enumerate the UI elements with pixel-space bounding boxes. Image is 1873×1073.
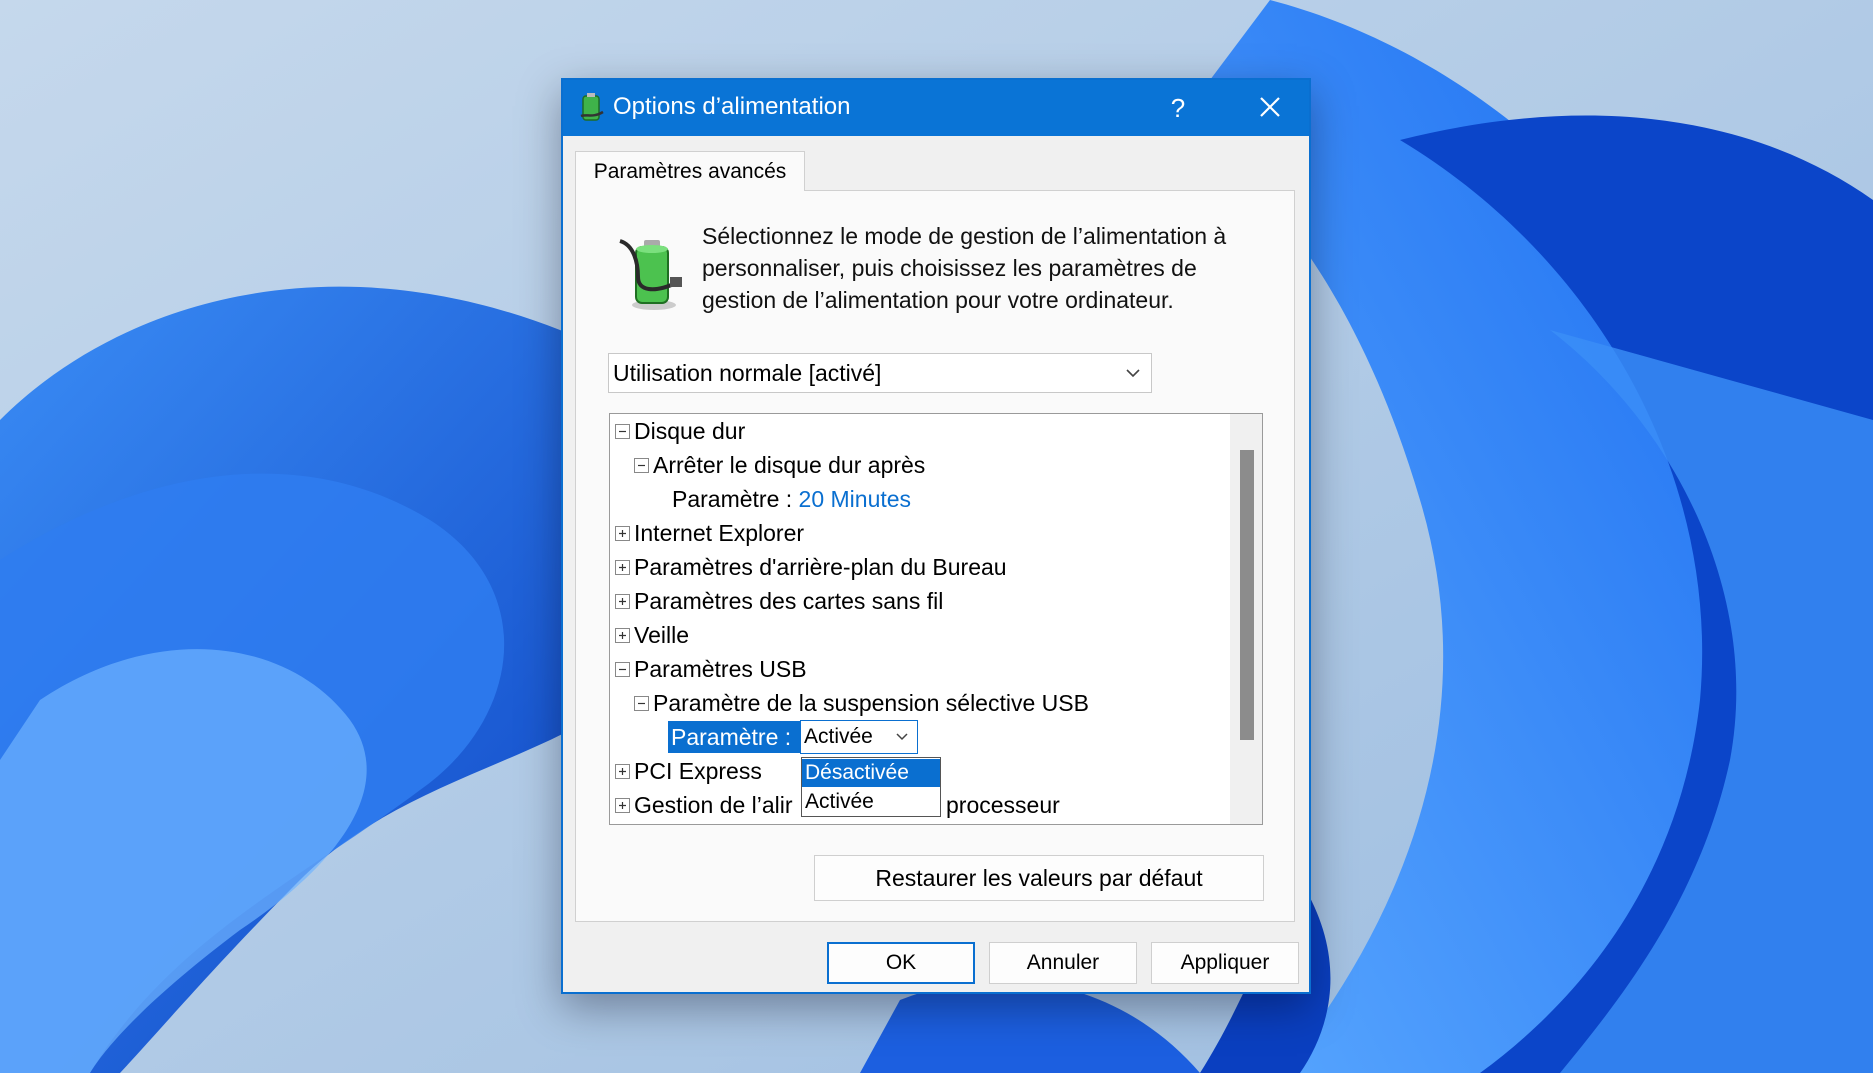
cancel-button[interactable]: Annuler	[989, 942, 1137, 984]
tree-scrollbar[interactable]	[1230, 414, 1262, 824]
expand-icon[interactable]	[615, 526, 630, 541]
tree-item-pci-express[interactable]: PCI Express	[634, 755, 762, 787]
tree-item-desktop-background[interactable]: Paramètres d'arrière-plan du Bureau	[634, 551, 1007, 583]
expand-icon[interactable]	[615, 798, 630, 813]
power-options-dialog: Options d’alimentation ? Paramètres avan…	[561, 78, 1311, 994]
dropdown-option-desactivee[interactable]: Désactivée	[802, 759, 940, 787]
collapse-icon[interactable]	[615, 662, 630, 677]
ok-button[interactable]: OK	[827, 942, 975, 984]
usb-setting-label[interactable]: Paramètre :	[668, 721, 800, 753]
dropdown-option-activee[interactable]: Activée	[802, 788, 940, 816]
chevron-down-icon	[896, 733, 908, 741]
usb-setting-combo[interactable]: Activée	[800, 720, 918, 754]
tree-item-wireless[interactable]: Paramètres des cartes sans fil	[634, 585, 943, 617]
tree-item-usb-selective-suspend[interactable]: Paramètre de la suspension sélective USB	[653, 687, 1089, 719]
tree-item-disk-setting[interactable]: Paramètre : 20 Minutes	[672, 483, 911, 515]
expand-icon[interactable]	[615, 594, 630, 609]
usb-setting-dropdown: Désactivée Activée	[801, 757, 941, 817]
window-title: Options d’alimentation	[613, 93, 851, 120]
close-button[interactable]	[1235, 86, 1305, 130]
tab-advanced-settings[interactable]: Paramètres avancés	[575, 151, 805, 191]
tree-item-usb[interactable]: Paramètres USB	[634, 653, 807, 685]
tree-item-processor-power-tail: processeur	[946, 792, 1060, 818]
disk-timeout-value[interactable]: 20 Minutes	[799, 486, 912, 512]
chevron-down-icon	[1126, 369, 1140, 378]
collapse-icon[interactable]	[634, 458, 649, 473]
description-line-1: Sélectionnez le mode de gestion de l’ali…	[702, 223, 1227, 249]
power-plan-value: Utilisation normale [activé]	[613, 360, 882, 386]
power-plan-select[interactable]: Utilisation normale [activé]	[608, 353, 1152, 393]
usb-setting-value: Activée	[804, 725, 873, 748]
collapse-icon[interactable]	[615, 424, 630, 439]
expand-icon[interactable]	[615, 764, 630, 779]
tree-item-sleep[interactable]: Veille	[634, 619, 689, 651]
apply-button[interactable]: Appliquer	[1151, 942, 1299, 984]
restore-defaults-button[interactable]: Restaurer les valeurs par défaut	[814, 855, 1264, 901]
scrollbar-thumb[interactable]	[1240, 450, 1254, 740]
expand-icon[interactable]	[615, 560, 630, 575]
tree-item-processor-power[interactable]: Gestion de l’alir	[634, 789, 793, 821]
power-battery-icon	[619, 239, 682, 310]
tree-item-disque-dur[interactable]: Disque dur	[634, 415, 745, 447]
battery-plug-icon	[580, 93, 604, 121]
help-button[interactable]: ?	[1143, 86, 1213, 130]
collapse-icon[interactable]	[634, 696, 649, 711]
tree-item-arreter-disque[interactable]: Arrêter le disque dur après	[653, 449, 925, 481]
expand-icon[interactable]	[615, 628, 630, 643]
tree-item-internet-explorer[interactable]: Internet Explorer	[634, 517, 804, 549]
close-icon	[1260, 97, 1280, 117]
description-line-3: gestion de l’alimentation pour votre ord…	[702, 287, 1174, 313]
title-bar[interactable]: Options d’alimentation ?	[563, 80, 1309, 136]
description-line-2: personnaliser, puis choisissez les param…	[702, 255, 1197, 281]
